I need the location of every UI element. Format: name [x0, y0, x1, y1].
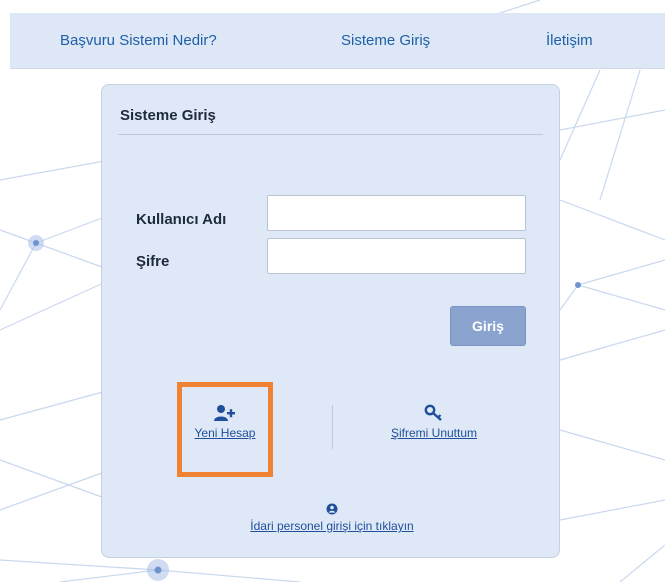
panel-title: Sisteme Giriş [120, 107, 216, 124]
panel-divider [118, 134, 543, 135]
username-input[interactable] [267, 195, 526, 231]
username-label: Kullanıcı Adı [136, 211, 227, 228]
login-button[interactable]: Giriş [450, 306, 526, 346]
admin-login-label: İdari personel girişi için tıklayın [250, 519, 414, 533]
nav-link-contact[interactable]: İletişim [546, 13, 593, 69]
password-input[interactable] [267, 238, 526, 274]
user-plus-icon [214, 405, 235, 421]
user-circle-icon [326, 503, 338, 515]
actions-divider [332, 405, 333, 449]
password-label: Şifre [136, 253, 170, 270]
admin-login-link[interactable]: İdari personel girişi için tıklayın [212, 503, 452, 533]
forgot-password-link[interactable]: Şifremi Unuttum [374, 404, 494, 440]
forgot-password-label: Şifremi Unuttum [390, 426, 478, 440]
new-account-link[interactable]: Yeni Hesap [180, 404, 270, 440]
nav-link-about[interactable]: Başvuru Sistemi Nedir? [60, 13, 217, 69]
login-panel: Sisteme Giriş Kullanıcı Adı Şifre Giriş … [101, 84, 560, 558]
key-icon [424, 404, 442, 421]
top-navigation: Başvuru Sistemi Nedir? Sisteme Giriş İle… [10, 13, 665, 69]
nav-link-login[interactable]: Sisteme Giriş [341, 13, 430, 69]
new-account-label: Yeni Hesap [194, 426, 256, 440]
